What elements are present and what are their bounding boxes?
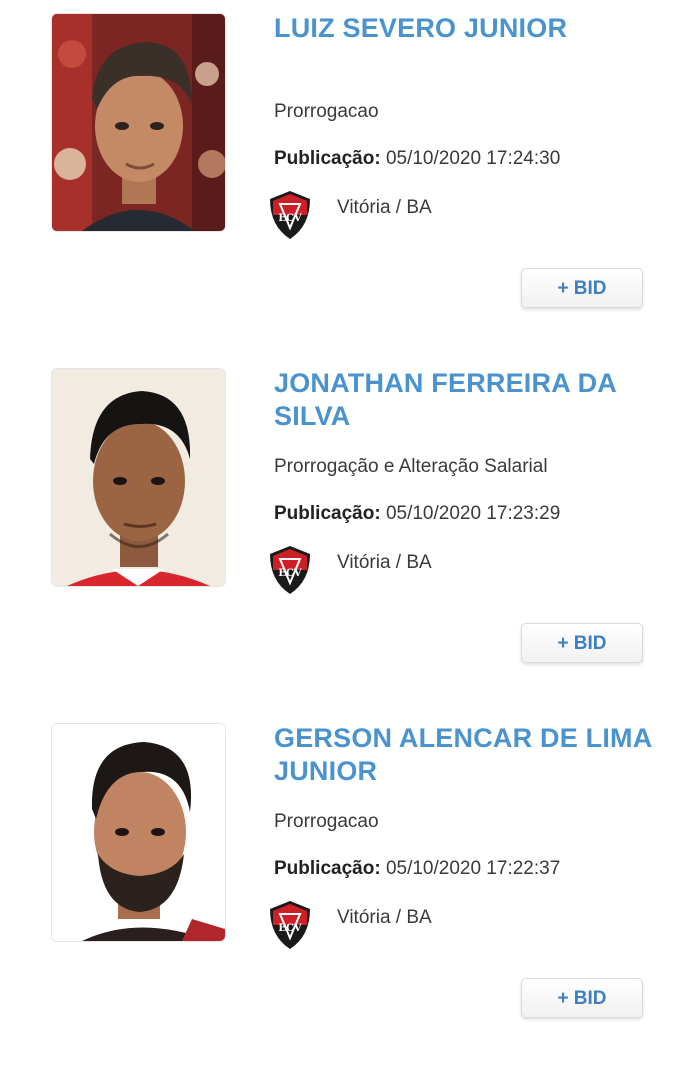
player-name[interactable]: LUIZ SEVERO JUNIOR [274,12,674,45]
club-name: Vitória / BA [337,197,432,218]
player-photo [52,369,225,586]
publication-info: Publicação: 05/10/2020 17:22:37 [274,858,560,880]
player-name[interactable]: JONATHAN FERREIRA DA SILVA [274,367,674,433]
player-photo [52,724,225,941]
publication-info: Publicação: 05/10/2020 17:24:30 [274,148,560,170]
movement-type: Prorrogação e Alteração Salarial [274,456,548,477]
svg-text:ECV: ECV [278,923,302,934]
publication-date: 05/10/2020 17:24:30 [385,148,561,169]
publication-label: Publicação: [274,148,381,169]
publication-date: 05/10/2020 17:22:37 [385,858,561,879]
player-card: LUIZ SEVERO JUNIOR Prorrogacao Publicaçã… [0,0,678,355]
player-name[interactable]: GERSON ALENCAR DE LIMA JUNIOR [274,722,674,788]
player-card: GERSON ALENCAR DE LIMA JUNIOR Prorrogaca… [0,710,678,1065]
svg-text:ECV: ECV [278,213,302,224]
publication-label: Publicação: [274,503,381,524]
club-crest-icon: ECV [270,546,310,594]
movement-type: Prorrogacao [274,101,379,122]
club-crest-icon: ECV [270,901,310,949]
publication-label: Publicação: [274,858,381,879]
bid-button[interactable]: + BID [521,268,643,308]
publication-date: 05/10/2020 17:23:29 [385,503,561,524]
club-crest-icon: ECV [270,191,310,239]
player-photo [52,14,225,231]
svg-text:ECV: ECV [278,568,302,579]
player-card: JONATHAN FERREIRA DA SILVA Prorrogação e… [0,355,678,710]
club-name: Vitória / BA [337,552,432,573]
publication-info: Publicação: 05/10/2020 17:23:29 [274,503,560,525]
club-name: Vitória / BA [337,907,432,928]
movement-type: Prorrogacao [274,811,379,832]
bid-button[interactable]: + BID [521,623,643,663]
bid-button[interactable]: + BID [521,978,643,1018]
